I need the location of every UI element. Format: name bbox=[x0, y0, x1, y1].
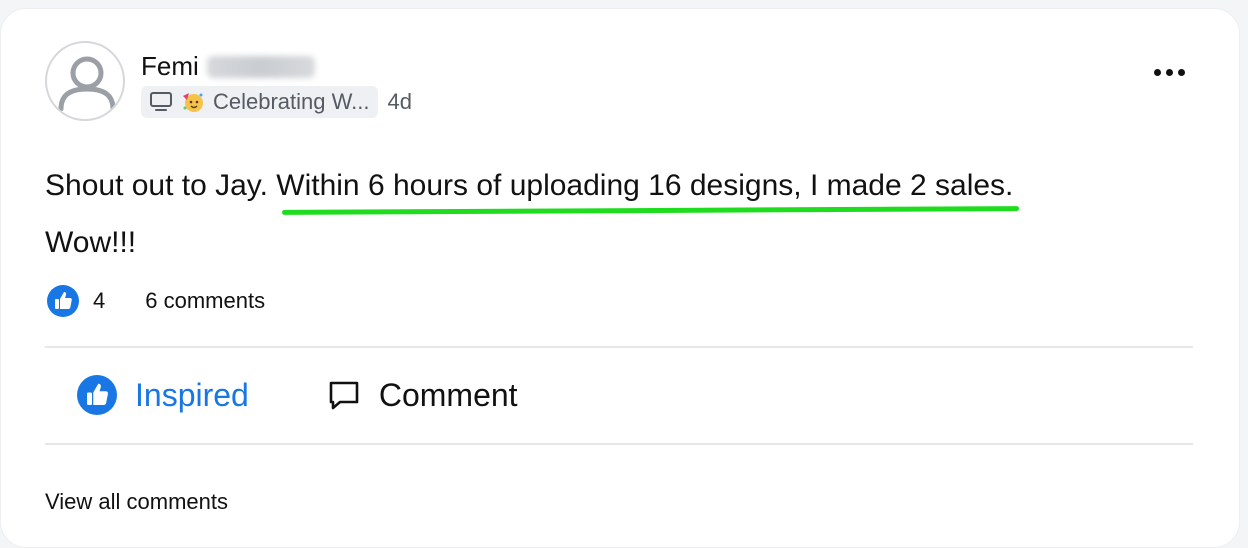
comments-count[interactable]: 6 comments bbox=[145, 288, 265, 314]
thumbs-up-icon bbox=[47, 285, 79, 317]
post-stats: 4 6 comments bbox=[47, 285, 265, 317]
speech-bubble-icon bbox=[329, 381, 359, 410]
post-body-highlight: Within 6 hours of uploading 16 designs, … bbox=[276, 169, 1014, 202]
post-card: Femi Celebrating W... 4d Shout out to Ja… bbox=[0, 8, 1240, 548]
comment-button[interactable]: Comment bbox=[327, 377, 518, 414]
post-body: Shout out to Jay. Within 6 hours of uplo… bbox=[45, 157, 1195, 271]
action-bar: Inspired Comment bbox=[77, 375, 518, 415]
post-time[interactable]: 4d bbox=[388, 89, 412, 115]
author-first-name: Femi bbox=[141, 51, 199, 81]
post-body-end: Wow!!! bbox=[45, 226, 137, 259]
divider bbox=[45, 346, 1193, 348]
redacted-last-name bbox=[206, 55, 315, 78]
author-name[interactable]: Femi bbox=[141, 51, 315, 82]
party-face-emoji bbox=[183, 93, 203, 112]
default-user-icon bbox=[58, 56, 116, 112]
post-body-intro: Shout out to Jay. bbox=[45, 169, 277, 202]
inspired-button[interactable]: Inspired bbox=[77, 375, 249, 415]
thumbs-up-icon bbox=[77, 375, 117, 415]
like-summary[interactable]: 4 bbox=[47, 285, 105, 317]
view-all-comments-link[interactable]: View all comments bbox=[45, 489, 228, 515]
monitor-icon bbox=[150, 92, 172, 111]
more-options-button[interactable] bbox=[1154, 69, 1185, 76]
space-name: Celebrating W... bbox=[213, 89, 370, 114]
like-count: 4 bbox=[93, 288, 106, 313]
space-chip[interactable]: Celebrating W... bbox=[141, 86, 378, 118]
avatar[interactable] bbox=[45, 41, 125, 121]
comment-label: Comment bbox=[378, 376, 518, 413]
more-horizontal-icon bbox=[1154, 69, 1161, 76]
inspired-label: Inspired bbox=[135, 376, 249, 413]
divider bbox=[45, 443, 1193, 445]
post-meta: Celebrating W... 4d bbox=[141, 86, 412, 118]
